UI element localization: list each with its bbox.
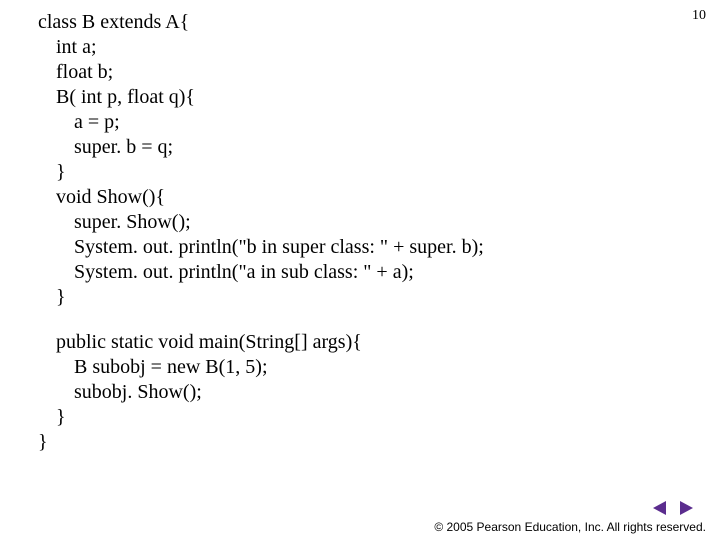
- page-number: 10: [692, 8, 706, 24]
- triangle-left-icon: [652, 500, 668, 516]
- code-block: class B extends A{ int a; float b; B( in…: [38, 10, 484, 455]
- code-line: int a;: [38, 35, 484, 60]
- code-line: }: [38, 430, 484, 455]
- code-line: System. out. println("b in super class: …: [38, 235, 484, 260]
- next-slide-button[interactable]: [678, 500, 694, 516]
- code-paragraph-2: public static void main(String[] args){ …: [38, 330, 484, 455]
- code-line: super. b = q;: [38, 135, 484, 160]
- prev-slide-button[interactable]: [652, 500, 668, 516]
- nav-controls: [652, 500, 694, 516]
- code-line: }: [38, 405, 484, 430]
- code-line: class B extends A{: [38, 10, 484, 35]
- code-line: void Show(){: [38, 185, 484, 210]
- code-line: B subobj = new B(1, 5);: [38, 355, 484, 380]
- copyright-footer: © 2005 Pearson Education, Inc. All right…: [434, 520, 706, 534]
- code-line: }: [38, 285, 484, 310]
- code-line: subobj. Show();: [38, 380, 484, 405]
- triangle-right-icon: [678, 500, 694, 516]
- code-line: B( int p, float q){: [38, 85, 484, 110]
- code-line: float b;: [38, 60, 484, 85]
- code-line: super. Show();: [38, 210, 484, 235]
- code-line: a = p;: [38, 110, 484, 135]
- code-line: public static void main(String[] args){: [38, 330, 484, 355]
- code-paragraph-1: class B extends A{ int a; float b; B( in…: [38, 10, 484, 310]
- code-line: System. out. println("a in sub class: " …: [38, 260, 484, 285]
- code-line: }: [38, 160, 484, 185]
- slide: 10 class B extends A{ int a; float b; B(…: [0, 0, 720, 540]
